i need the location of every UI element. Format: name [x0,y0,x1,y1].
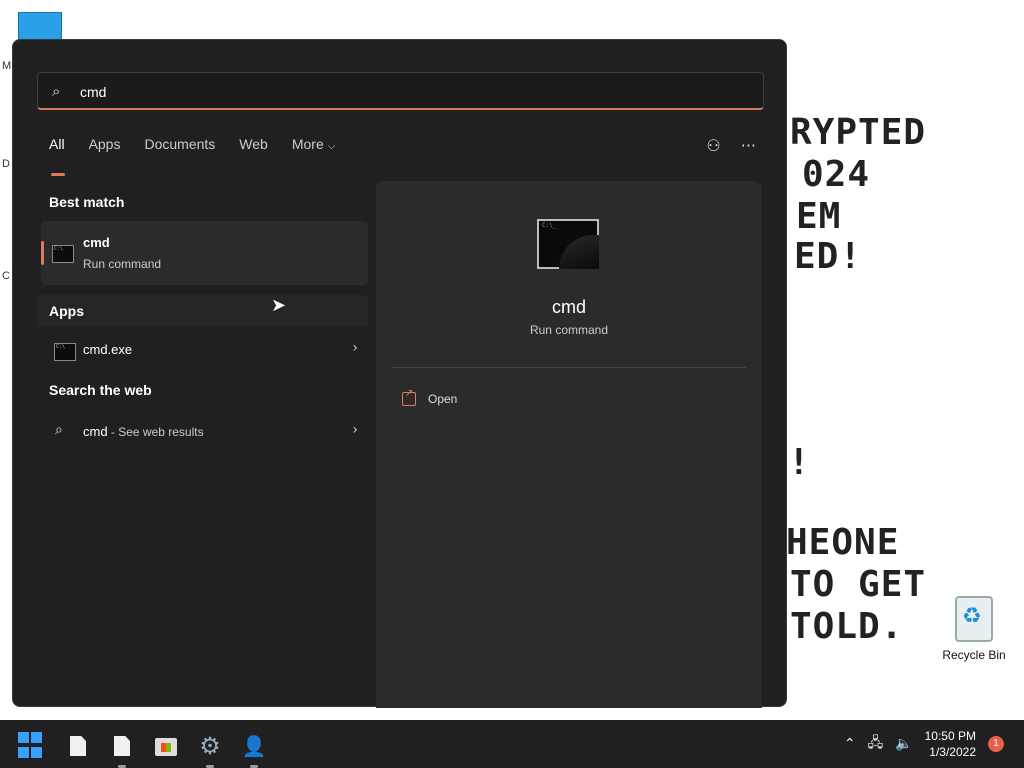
preview-pane: cmd Run command Open [376,181,762,708]
filter-tabs: All Apps Documents Web More ⌵ [49,136,359,176]
selection-indicator [41,241,44,265]
web-query-suffix: - See web results [107,425,204,439]
apps-heading: Apps [49,303,84,319]
chevron-right-icon[interactable]: › [352,422,358,438]
best-match-name: cmd [83,235,110,250]
tab-documents[interactable]: Documents [144,136,215,166]
list-item-app[interactable]: cmd.exe › [41,334,368,366]
list-item-web[interactable]: ⌕ cmd - See web results › [41,416,368,448]
mouse-cursor-icon: ➤ [271,295,287,316]
windows-start-icon[interactable] [16,730,48,762]
people-icon[interactable]: 👤 [240,732,268,768]
recycle-bin-label: Recycle Bin [942,648,1006,662]
open-label: Open [428,392,458,406]
best-match-subtitle: Run command [83,257,162,271]
volume-icon[interactable]: 🔈 [895,736,912,752]
recycle-bin-shortcut[interactable]: Recycle Bin [942,596,1006,662]
people-search-icon[interactable]: ⚇ [706,136,720,155]
search-input[interactable] [78,79,742,105]
chevron-up-icon[interactable]: ⌃ [844,736,856,752]
desktop-edge-letter: D [2,158,10,170]
best-match-item[interactable]: cmd Run command [41,221,368,285]
desktop-edge-letter: C [2,270,10,282]
web-query-text: cmd [83,424,108,439]
tab-apps[interactable]: Apps [89,136,121,166]
network-icon[interactable]: 🖧 [868,732,884,756]
taskbar: ⚙ 👤 ⌃ 🖧 🔈 10:50 PM 1/3/2022 1 [0,720,1024,768]
tab-more[interactable]: More ⌵ [292,136,336,166]
file-icon[interactable] [108,732,136,768]
more-options-icon[interactable]: ··· [741,136,756,155]
search-web-heading: Search the web [49,382,152,398]
search-icon: ⌕ [55,422,63,438]
recycle-bin-icon [955,596,993,642]
divider [392,367,746,368]
search-panel: ⌕ All Apps Documents Web More⌵ ⚇ ··· Bes… [12,39,787,708]
clock-time: 10:50 PM [924,729,976,743]
open-icon [402,388,416,406]
taskbar-pinned: ⚙ 👤 [16,730,268,768]
wallpaper-text: ED! [794,236,863,277]
tab-web[interactable]: Web [239,136,268,166]
chevron-down-icon: ⌵ [327,141,336,152]
web-query: cmd - See web results [83,424,204,439]
wallpaper-text: ! [788,442,811,483]
system-tray: ⌃ 🖧 🔈 10:50 PM 1/3/2022 1 [844,728,1004,760]
search-box[interactable]: ⌕ [37,72,764,110]
chevron-right-icon[interactable]: › [352,340,358,356]
store-icon[interactable] [152,732,180,760]
preview-subtitle: Run command [529,323,609,337]
app-name: cmd.exe [83,342,133,357]
wallpaper-text: TO GET [790,564,927,605]
wallpaper-text: TOLD. [790,606,904,647]
wallpaper-text: HEONE [786,522,900,563]
clock-date: 1/3/2022 [929,745,976,759]
preview-name: cmd [551,297,586,317]
wallpaper-text: EM [796,196,842,237]
tab-more-label: More [291,136,324,152]
notification-badge[interactable]: 1 [988,736,1004,752]
terminal-icon [54,343,76,361]
search-icon: ⌕ [52,82,61,100]
cmd-preview-icon [537,219,599,269]
tab-all[interactable]: All [49,136,65,176]
best-match-heading: Best match [49,194,125,210]
settings-icon[interactable]: ⚙ [196,732,224,768]
desktop-edge-letter: M [2,60,12,72]
clock[interactable]: 10:50 PM 1/3/2022 [925,728,976,760]
terminal-icon [52,245,74,263]
apps-section-header[interactable]: Apps [37,295,368,327]
panel-top-actions: ⚇ ··· [706,136,756,155]
open-action[interactable]: Open [402,387,457,411]
wallpaper-text: 024 [802,154,871,195]
file-icon[interactable] [64,732,92,760]
wallpaper-text: RYPTED [790,112,927,153]
